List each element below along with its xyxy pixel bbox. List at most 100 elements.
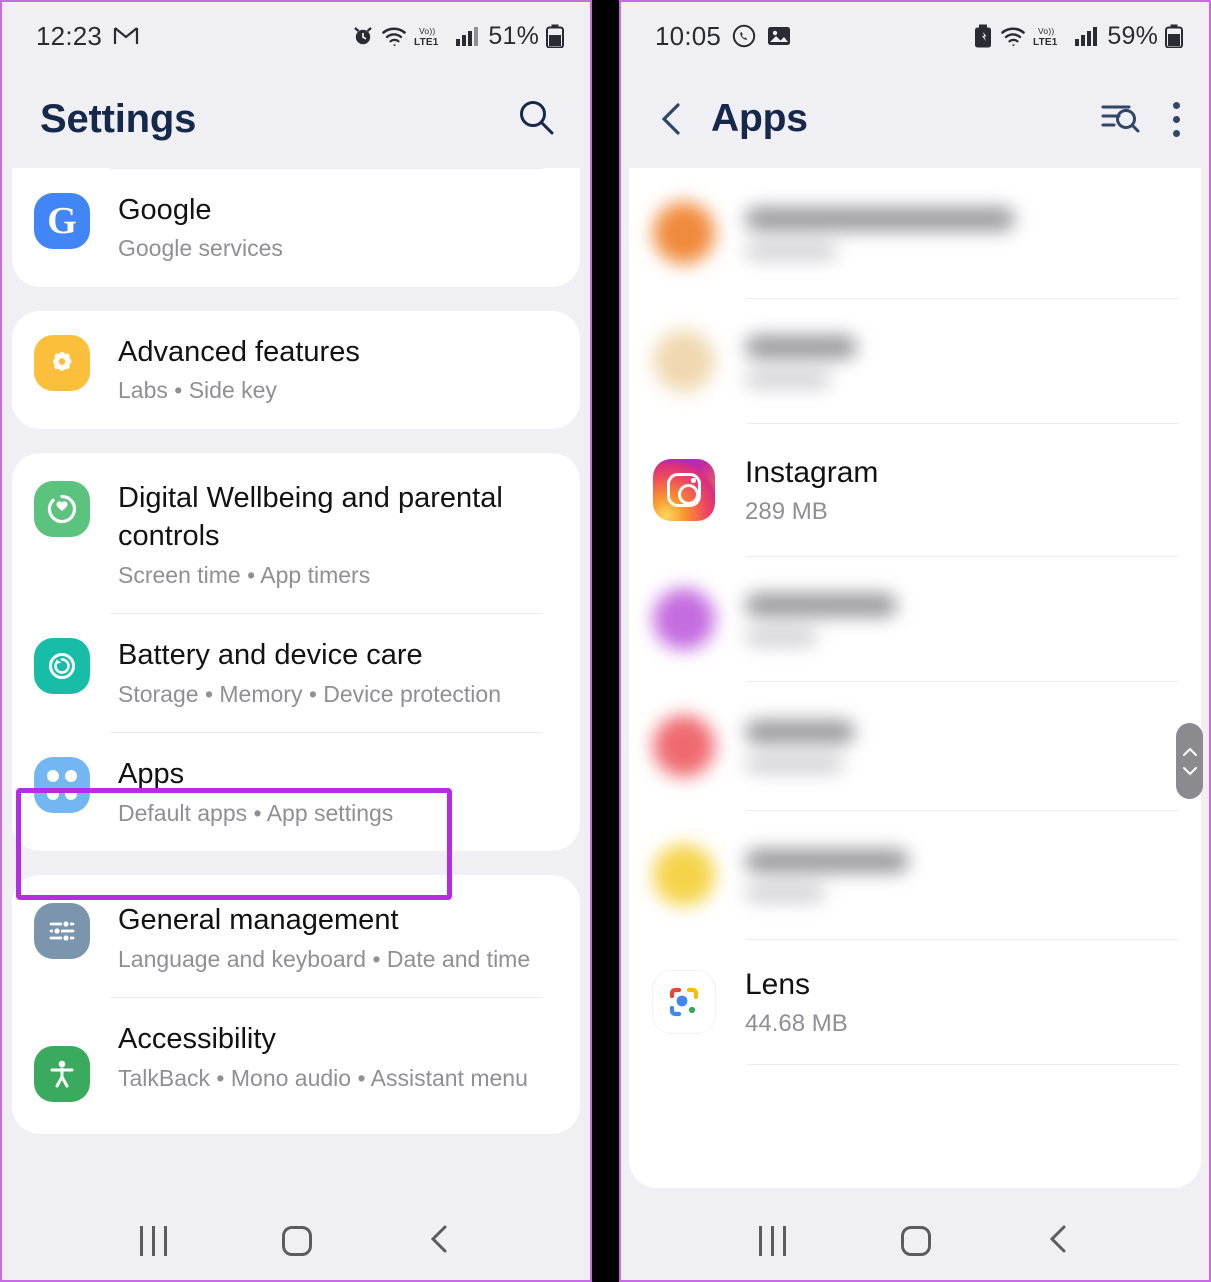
signal-bars-icon: [1074, 25, 1098, 47]
more-options-icon[interactable]: [1171, 101, 1181, 137]
settings-group-2: Advanced features Labs • Side key: [12, 311, 580, 429]
battery-care-icon: [34, 638, 90, 695]
recents-icon[interactable]: [139, 1226, 167, 1256]
row-subtitle: Default apps • App settings: [118, 799, 394, 826]
back-icon[interactable]: [1046, 1223, 1072, 1260]
whatsapp-icon: [732, 24, 756, 48]
chevron-down-icon: [1182, 766, 1197, 775]
row-subtitle: Storage • Memory • Device protection: [118, 680, 501, 707]
search-icon[interactable]: [516, 97, 556, 142]
advanced-features-icon: [34, 335, 90, 391]
chevron-up-icon: [1182, 747, 1197, 756]
list-item[interactable]: [629, 557, 1201, 681]
app-icon: [653, 330, 715, 392]
app-icon: [653, 715, 715, 777]
apps-list-container: Instagram 289 MB Lens 44.68 MB: [621, 168, 1209, 1188]
page-title: Settings: [40, 96, 197, 141]
row-subtitle: TalkBack • Mono audio • Assistant menu: [118, 1064, 528, 1091]
list-item[interactable]: [629, 299, 1201, 423]
recents-icon[interactable]: [758, 1226, 786, 1256]
home-icon[interactable]: [281, 1226, 312, 1256]
svg-text:Vo)): Vo)): [1038, 26, 1054, 36]
row-title: Accessibility: [118, 1023, 276, 1056]
list-item-instagram[interactable]: Instagram 289 MB: [629, 424, 1201, 556]
home-icon[interactable]: [900, 1226, 931, 1256]
row-subtitle: Labs • Side key: [118, 377, 277, 404]
left-status-bar: 12:23 Vo)) LTE1 51%: [2, 2, 590, 70]
row-subtitle: Screen time • App timers: [118, 561, 371, 588]
list-item[interactable]: [629, 682, 1201, 810]
settings-header: Settings: [2, 70, 590, 168]
svg-text:LTE1: LTE1: [1033, 37, 1058, 48]
screenshot-stage: 12:23 Vo)) LTE1 51% Settings G Google Go…: [0, 0, 1211, 1282]
right-phone-screen: 10:05 Vo)) LTE1 59% Apps Instagram 289 M…: [619, 0, 1211, 1282]
volte-lte1-icon: Vo)) LTE1: [414, 24, 448, 48]
row-title: Advanced features: [118, 336, 360, 368]
settings-group-4: General management Language and keyboard…: [12, 875, 580, 1135]
sidebar-item-digital-wellbeing[interactable]: Digital Wellbeing and parental controls …: [12, 453, 580, 613]
alarm-icon: [352, 25, 374, 47]
sidebar-item-advanced-features[interactable]: Advanced features Labs • Side key: [12, 311, 580, 429]
battery-percent: 51%: [488, 21, 539, 50]
volte-lte1-icon: Vo)) LTE1: [1033, 24, 1067, 48]
app-name: Instagram: [745, 456, 879, 490]
gallery-icon: [767, 25, 791, 47]
settings-group-3: Digital Wellbeing and parental controls …: [12, 453, 580, 852]
sidebar-item-accessibility[interactable]: Accessibility TalkBack • Mono audio • As…: [12, 998, 580, 1134]
right-status-bar: 10:05 Vo)) LTE1 59%: [621, 2, 1209, 70]
google-icon: G: [34, 193, 90, 249]
right-nav-bar: [621, 1202, 1209, 1280]
settings-list[interactable]: G Google Google services Advanced featur…: [2, 168, 590, 1135]
apps-list[interactable]: Instagram 289 MB Lens 44.68 MB: [629, 168, 1201, 1188]
phone-separator: [592, 0, 619, 1282]
app-size-redacted: [745, 755, 843, 773]
app-name-redacted: [745, 848, 909, 873]
scrollbar-thumb[interactable]: [1176, 723, 1203, 799]
sidebar-item-google[interactable]: G Google Google services: [12, 169, 580, 287]
app-icon: [653, 588, 715, 650]
apps-icon: [34, 757, 90, 814]
status-clock: 10:05: [655, 20, 722, 51]
sidebar-item-general-management[interactable]: General management Language and keyboard…: [12, 875, 580, 997]
app-size-redacted: [745, 242, 837, 260]
wifi-icon: [1000, 25, 1026, 47]
sort-search-icon[interactable]: [1099, 98, 1141, 141]
left-phone-screen: 12:23 Vo)) LTE1 51% Settings G Google Go…: [0, 0, 592, 1282]
app-size-redacted: [745, 628, 817, 646]
list-item-lens[interactable]: Lens 44.68 MB: [629, 940, 1201, 1064]
row-subtitle: Language and keyboard • Date and time: [118, 945, 531, 972]
sidebar-item-battery-device-care[interactable]: Battery and device care Storage • Memory…: [12, 614, 580, 732]
back-chevron-icon[interactable]: [651, 98, 693, 140]
list-item[interactable]: [629, 811, 1201, 939]
app-name-redacted: [745, 592, 897, 617]
app-name: Lens: [745, 968, 811, 1002]
row-title: Apps: [118, 758, 185, 791]
app-size-redacted: [745, 884, 825, 902]
row-title: Google: [118, 194, 212, 226]
svg-text:Vo)): Vo)): [419, 26, 435, 36]
app-icon: [653, 844, 715, 906]
app-name-redacted: [745, 719, 855, 744]
divider: [747, 1064, 1179, 1065]
wifi-icon: [381, 25, 407, 47]
row-title: Digital Wellbeing and parental controls: [118, 482, 503, 553]
google-lens-icon: [653, 971, 715, 1033]
row-title: Battery and device care: [118, 639, 423, 672]
app-size-redacted: [745, 370, 831, 388]
row-subtitle: Google services: [118, 235, 283, 262]
app-icon: [653, 202, 715, 264]
app-name-redacted: [745, 334, 857, 359]
signal-bars-icon: [455, 25, 479, 47]
page-title: Apps: [711, 97, 808, 140]
sidebar-item-apps[interactable]: Apps Default apps • App settings: [12, 733, 580, 851]
gmail-icon: [113, 26, 139, 46]
list-item[interactable]: [629, 168, 1201, 298]
general-management-icon: [34, 903, 90, 960]
back-icon[interactable]: [427, 1223, 453, 1260]
battery-saver-icon: [973, 24, 993, 48]
apps-header: Apps: [621, 70, 1209, 168]
battery-icon: [1165, 24, 1183, 48]
status-clock: 12:23: [36, 20, 103, 51]
digital-wellbeing-icon: [34, 481, 90, 537]
battery-percent: 59%: [1107, 21, 1158, 50]
